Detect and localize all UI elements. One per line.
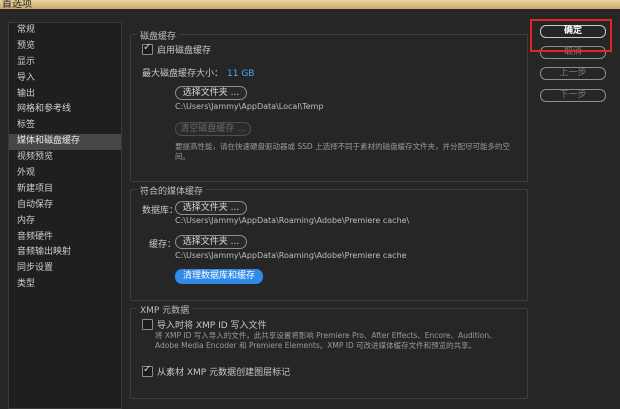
sidebar-item[interactable]: 内存 bbox=[9, 214, 121, 230]
xmp-note: 将 XMP ID 写入导入的文件，此共享设置将影响 Premiere Pro、A… bbox=[155, 331, 497, 350]
clear-disk-cache-button[interactable]: 清空磁盘缓存 ... bbox=[175, 122, 251, 136]
sidebar-item[interactable]: 导入 bbox=[9, 71, 121, 87]
ok-button-highlight bbox=[530, 19, 612, 52]
disk-cache-path: C:\Users\Jammy\AppData\Local\Temp bbox=[175, 102, 324, 111]
sidebar-item[interactable]: 音频硬件 bbox=[9, 230, 121, 246]
sidebar-item[interactable]: 媒体和磁盘缓存 bbox=[9, 134, 121, 151]
enable-disk-cache-label: 启用磁盘缓存 bbox=[157, 46, 212, 56]
max-size-value[interactable]: 11 GB bbox=[227, 69, 254, 79]
preferences-dialog: 常规 预览 显示 导入 输出 网格和参考线 标签 媒体和磁盘缓存 视频预览 外观 新建项目 自动保存内… bbox=[0, 9, 620, 409]
sidebar-item[interactable]: 新建项目 bbox=[9, 182, 121, 198]
database-choose-folder-button[interactable]: 选择文件夹 ... bbox=[175, 201, 247, 215]
create-layer-markers-checkbox[interactable] bbox=[142, 364, 153, 377]
cache-path: C:\Users\Jammy\AppData\Roaming\Adobe\Pre… bbox=[175, 251, 407, 260]
database-label: 数据库： bbox=[142, 206, 179, 216]
xmp-metadata-section: XMP 元数据 导入时将 XMP ID 写入文件 将 XMP ID 写入导入的文… bbox=[130, 303, 528, 399]
cache-label: 缓存： bbox=[149, 240, 177, 250]
cache-choose-folder-button[interactable]: 选择文件夹 ... bbox=[175, 235, 247, 249]
sidebar-item[interactable]: 网格和参考线 bbox=[9, 102, 121, 118]
clean-database-and-cache-button[interactable]: 清理数据库和缓存 bbox=[175, 269, 263, 284]
previous-button[interactable]: 上一步 bbox=[540, 67, 606, 80]
sidebar-item[interactable]: 自动保存 bbox=[9, 198, 121, 214]
disk-cache-title: 磁盘缓存 bbox=[137, 29, 180, 42]
write-xmp-id-checkbox[interactable] bbox=[142, 319, 153, 330]
sidebar-item[interactable]: 标签 bbox=[9, 118, 121, 134]
write-xmp-id-label: 导入时将 XMP ID 写入文件 bbox=[157, 321, 267, 331]
disk-cache-section: 磁盘缓存 启用磁盘缓存 最大磁盘缓存大小：11 GB 选择文件夹 ... C:\… bbox=[130, 29, 528, 182]
disk-cache-note: 要提高性能，请在快速硬盘驱动器或 SSD 上选择不同于素材的磁盘缓存文件夹，并分… bbox=[175, 142, 511, 161]
sidebar-item[interactable]: 同步设置 bbox=[9, 261, 121, 277]
max-size-label: 最大磁盘缓存大小： bbox=[142, 69, 224, 79]
sidebar-item[interactable]: 音频输出映射 bbox=[9, 245, 121, 261]
sidebar-item[interactable]: 显示 bbox=[9, 55, 121, 71]
media-cache-section: 符合的媒体缓存 数据库： 选择文件夹 ... C:\Users\Jammy\Ap… bbox=[130, 184, 528, 301]
next-button[interactable]: 下一步 bbox=[540, 89, 606, 102]
sidebar-item[interactable]: 预览 bbox=[9, 39, 121, 55]
max-disk-cache-size-label: 最大磁盘缓存大小： 11 GB bbox=[142, 66, 254, 79]
sidebar-item[interactable]: 输出 bbox=[9, 87, 121, 103]
window-titlebar: 首选项 bbox=[0, 0, 620, 10]
enable-disk-cache-checkbox[interactable] bbox=[142, 42, 153, 55]
xmp-title: XMP 元数据 bbox=[137, 303, 193, 316]
create-layer-markers-label: 从素材 XMP 元数据创建图层标记 bbox=[157, 368, 291, 378]
sidebar-item[interactable]: 类型 bbox=[9, 277, 121, 293]
media-cache-title: 符合的媒体缓存 bbox=[137, 184, 207, 197]
preferences-sidebar: 常规 预览 显示 导入 输出 网格和参考线 标签 媒体和磁盘缓存 视频预览 外观 新建项目 自动保存内… bbox=[8, 22, 122, 409]
sidebar-item[interactable]: 常规 bbox=[9, 23, 121, 39]
disk-cache-choose-folder-button[interactable]: 选择文件夹 ... bbox=[175, 86, 247, 100]
sidebar-item[interactable]: 视频预览 bbox=[9, 150, 121, 166]
sidebar-item[interactable]: 外观 bbox=[9, 166, 121, 182]
database-path: C:\Users\Jammy\AppData\Roaming\Adobe\Pre… bbox=[175, 216, 410, 225]
